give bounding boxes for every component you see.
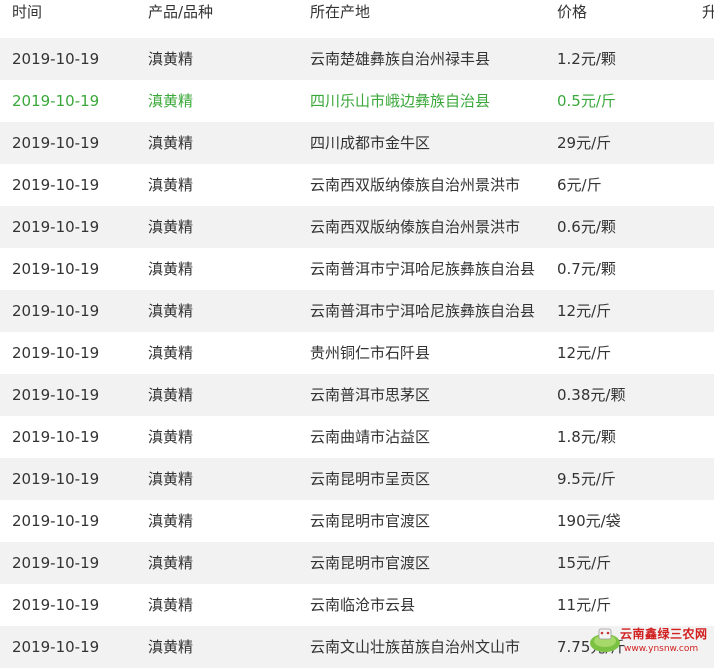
table-row[interactable]: 2019-10-19 滇黄精 云南普洱市思茅区 0.38元/颗 (0, 374, 714, 416)
header-time: 时间 (12, 3, 43, 21)
cell-price: 1.8元/颗 (557, 428, 616, 446)
cell-time: 2019-10-19 (12, 260, 100, 278)
cell-price: 0.38元/颗 (557, 386, 626, 404)
price-table-body: 2019-10-19 滇黄精 云南楚雄彝族自治州禄丰县 1.2元/颗 2019-10-1… (0, 38, 714, 668)
table-row[interactable]: 2019-10-19 滇黄精 云南西双版纳傣族自治州景洪市 6元/斤 (0, 164, 714, 206)
cell-time: 2019-10-19 (12, 134, 100, 152)
cell-product: 滇黄精 (148, 176, 194, 194)
cell-origin: 云南文山壮族苗族自治州文山市 (310, 638, 521, 656)
cell-product: 滇黄精 (148, 302, 194, 320)
cell-time: 2019-10-19 (12, 470, 100, 488)
cell-origin: 四川成都市金牛区 (310, 134, 431, 152)
header-product: 产品/品种 (148, 3, 214, 21)
table-row[interactable]: 2019-10-19 滇黄精 云南曲靖市沾益区 1.8元/颗 (0, 416, 714, 458)
table-header: 时间 产品/品种 所在产地 价格 升 (0, 0, 714, 38)
cell-origin: 四川乐山市峨边彝族自治县 (310, 92, 491, 110)
cell-price: 12元/斤 (557, 344, 612, 362)
cell-origin: 云南普洱市思茅区 (310, 386, 431, 404)
cell-origin: 云南昆明市呈贡区 (310, 470, 431, 488)
table-row[interactable]: 2019-10-19 滇黄精 云南西双版纳傣族自治州景洪市 0.6元/颗 (0, 206, 714, 248)
cell-price: 1.2元/颗 (557, 50, 616, 68)
table-row[interactable]: 2019-10-19 滇黄精 四川成都市金牛区 29元/斤 (0, 122, 714, 164)
cell-time: 2019-10-19 (12, 218, 100, 236)
cell-origin: 云南临沧市云县 (310, 596, 416, 614)
table-row[interactable]: 2019-10-19 滇黄精 云南普洱市宁洱哈尼族彝族自治县 0.7元/颗 (0, 248, 714, 290)
table-row[interactable]: 2019-10-19 滇黄精 云南昆明市呈贡区 9.5元/斤 (0, 458, 714, 500)
cell-origin: 云南曲靖市沾益区 (310, 428, 431, 446)
cell-time: 2019-10-19 (12, 302, 100, 320)
cell-price: 15元/斤 (557, 554, 612, 572)
cell-time: 2019-10-19 (12, 386, 100, 404)
table-row[interactable]: 2019-10-19 滇黄精 云南昆明市官渡区 190元/袋 (0, 500, 714, 542)
cell-product: 滇黄精 (148, 92, 194, 110)
header-price: 价格 (557, 3, 588, 21)
cell-time: 2019-10-19 (12, 554, 100, 572)
cell-time: 2019-10-19 (12, 638, 100, 656)
cell-product: 滇黄精 (148, 512, 194, 530)
cell-product: 滇黄精 (148, 554, 194, 572)
cell-product: 滇黄精 (148, 344, 194, 362)
cell-product: 滇黄精 (148, 428, 194, 446)
cell-origin: 云南昆明市官渡区 (310, 554, 431, 572)
header-extra: 升 (702, 3, 714, 21)
cell-time: 2019-10-19 (12, 344, 100, 362)
cell-origin: 云南普洱市宁洱哈尼族彝族自治县 (310, 302, 536, 320)
cell-product: 滇黄精 (148, 260, 194, 278)
cell-price: 0.7元/颗 (557, 260, 616, 278)
cell-origin: 云南西双版纳傣族自治州景洪市 (310, 176, 521, 194)
header-origin: 所在产地 (310, 3, 371, 21)
cell-product: 滇黄精 (148, 134, 194, 152)
cell-origin: 云南楚雄彝族自治州禄丰县 (310, 50, 491, 68)
cell-time: 2019-10-19 (12, 92, 100, 110)
cell-price: 29元/斤 (557, 134, 612, 152)
cell-product: 滇黄精 (148, 50, 194, 68)
table-row[interactable]: 2019-10-19 滇黄精 云南普洱市宁洱哈尼族彝族自治县 12元/斤 (0, 290, 714, 332)
cell-product: 滇黄精 (148, 386, 194, 404)
cell-time: 2019-10-19 (12, 50, 100, 68)
cell-price: 6元/斤 (557, 176, 602, 194)
cell-product: 滇黄精 (148, 638, 194, 656)
table-row[interactable]: 2019-10-19 滇黄精 云南文山壮族苗族自治州文山市 7.75元/斤 (0, 626, 714, 668)
cell-product: 滇黄精 (148, 470, 194, 488)
cell-price: 12元/斤 (557, 302, 612, 320)
cell-price: 11元/斤 (557, 596, 612, 614)
table-row[interactable]: 2019-10-19 滇黄精 云南楚雄彝族自治州禄丰县 1.2元/颗 (0, 38, 714, 80)
cell-price: 0.6元/颗 (557, 218, 616, 236)
table-row[interactable]: 2019-10-19 滇黄精 云南临沧市云县 11元/斤 (0, 584, 714, 626)
cell-time: 2019-10-19 (12, 176, 100, 194)
cell-product: 滇黄精 (148, 596, 194, 614)
cell-price: 7.75元/斤 (557, 638, 626, 656)
cell-origin: 云南普洱市宁洱哈尼族彝族自治县 (310, 260, 536, 278)
cell-origin: 贵州铜仁市石阡县 (310, 344, 431, 362)
table-row[interactable]: 2019-10-19 滇黄精 四川乐山市峨边彝族自治县 0.5元/斤 (0, 80, 714, 122)
table-row[interactable]: 2019-10-19 滇黄精 贵州铜仁市石阡县 12元/斤 (0, 332, 714, 374)
cell-price: 190元/袋 (557, 512, 621, 530)
cell-origin: 云南昆明市官渡区 (310, 512, 431, 530)
cell-product: 滇黄精 (148, 218, 194, 236)
cell-time: 2019-10-19 (12, 596, 100, 614)
cell-price: 0.5元/斤 (557, 92, 616, 110)
cell-time: 2019-10-19 (12, 512, 100, 530)
table-row[interactable]: 2019-10-19 滇黄精 云南昆明市官渡区 15元/斤 (0, 542, 714, 584)
cell-origin: 云南西双版纳傣族自治州景洪市 (310, 218, 521, 236)
cell-time: 2019-10-19 (12, 428, 100, 446)
cell-price: 9.5元/斤 (557, 470, 616, 488)
